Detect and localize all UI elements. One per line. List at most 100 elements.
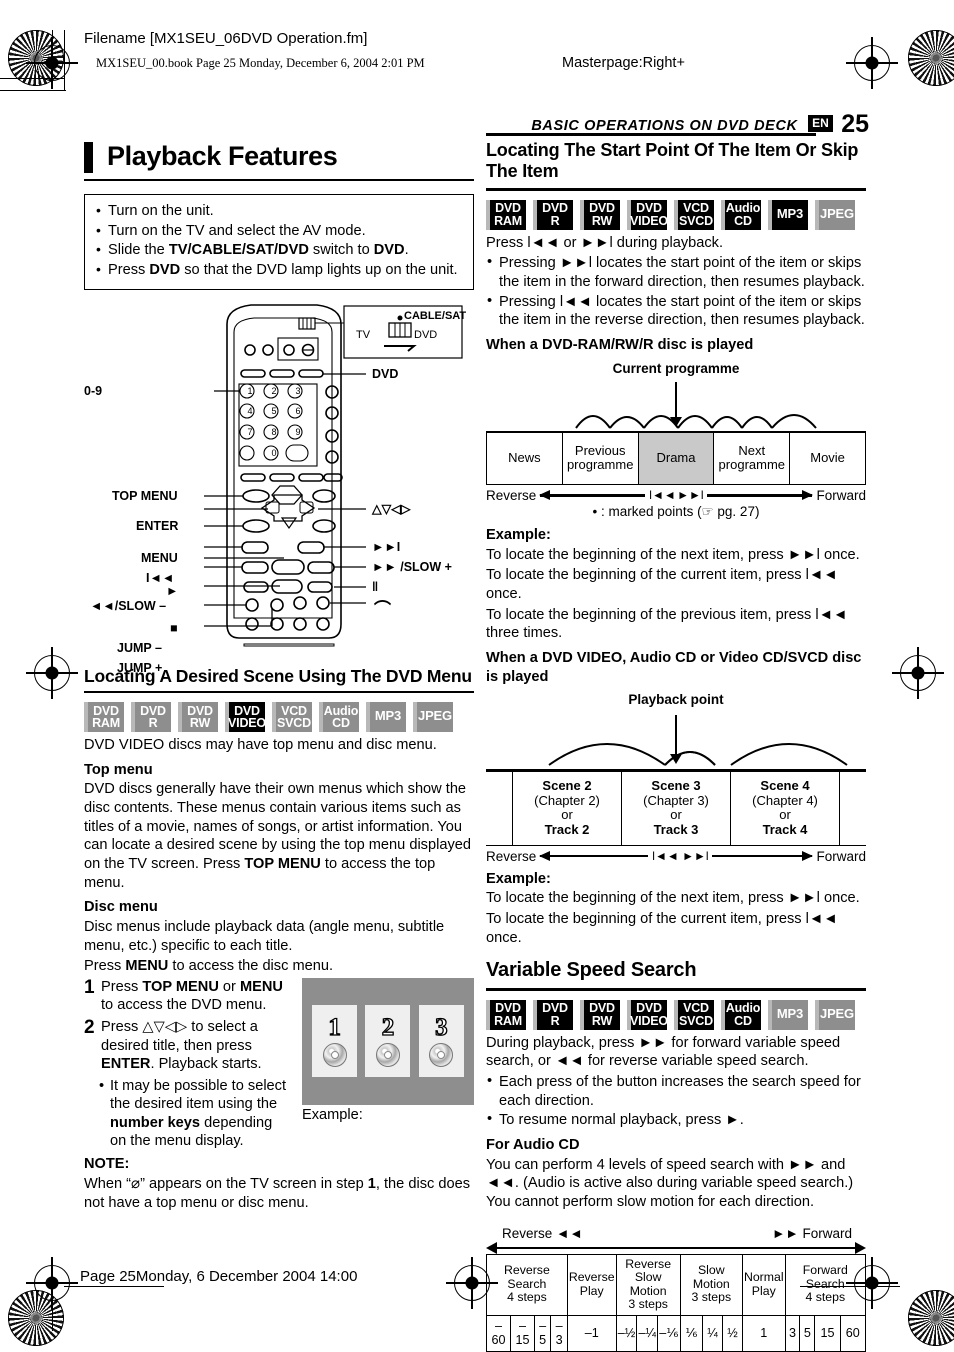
- diagram-caption-current-programme: Current programme: [612, 360, 740, 376]
- variable-speed-bullet: Each press of the button increases the s…: [486, 1072, 866, 1110]
- remote-label-jump-plus: JUMP +: [117, 660, 163, 675]
- remote-label-top-menu: TOP MENU: [112, 488, 178, 503]
- running-head-title: BASIC OPERATIONS ON DVD DECK: [531, 118, 798, 134]
- note-heading: NOTE:: [84, 1155, 130, 1172]
- badge-dvd-rw: DVD RW: [178, 701, 218, 732]
- speed-forward-label: ►► Forward: [772, 1225, 852, 1241]
- programme-cell: Previous programme: [562, 432, 639, 485]
- speed-value: 60: [839, 1314, 867, 1352]
- speed-value: 3: [784, 1314, 801, 1352]
- direction-row: Reverse Ɩ◄◄ ►►Ɩ Forward: [486, 488, 866, 503]
- prep-item: Slide the TV/CABLE/SAT/DVD switch to DVD…: [95, 240, 463, 261]
- header-masterpage: Masterpage:Right+: [562, 55, 685, 71]
- skip-arcs-svg: [575, 413, 817, 429]
- disc-menu-body: Disc menus include playback data (angle …: [84, 918, 445, 954]
- badge-audio-cd: Audio CD: [721, 999, 761, 1030]
- badge-dvd-ram: DVD RAM: [486, 999, 526, 1030]
- preparation-box: Turn on the unit. Turn on the TV and sel…: [84, 194, 474, 290]
- section-rule: [84, 690, 474, 693]
- scene-arcs-svg: [548, 743, 848, 767]
- svg-text:8: 8: [271, 427, 276, 437]
- speed-value: 15: [814, 1314, 841, 1352]
- badge-dvd-r: DVD R: [131, 701, 171, 732]
- example-2-heading: Example:: [486, 870, 551, 887]
- speed-value: ¼: [702, 1314, 724, 1352]
- disc-menu-heading: Disc menu: [84, 899, 158, 916]
- section-rule: [486, 988, 866, 991]
- section-rule: [486, 188, 866, 191]
- locating-bullets: Pressing ►►Ɩ locates the start point of …: [486, 253, 866, 330]
- step-2: 2 Press △▽◁▷ to select a desired title, …: [84, 1016, 289, 1074]
- scene-cell: Scene 3 (Chapter 3) or Track 3: [622, 771, 731, 846]
- speed-value: –60: [486, 1314, 511, 1352]
- speed-value: –3: [550, 1314, 568, 1352]
- top-menu-heading: Top menu: [84, 761, 153, 778]
- menu-tile: 3: [418, 1005, 464, 1078]
- badge-vcd-svcd: VCD SVCD: [674, 199, 714, 230]
- remote-label-play-icon: ►: [166, 583, 179, 598]
- speed-table-block: Reverse ◄◄ ►► Forward Reverse Search 4 st…: [486, 1226, 867, 1352]
- badge-audio-cd: Audio CD: [721, 199, 761, 230]
- speed-table: Reverse Search 4 steps Reverse Play Revers…: [486, 1253, 867, 1352]
- badge-mp3: MP3: [768, 199, 808, 230]
- skip-back-icon: Ɩ◄◄: [649, 488, 676, 503]
- speed-value: –1: [566, 1314, 617, 1352]
- programme-diagram: Current programme News Previous programm…: [486, 361, 866, 520]
- registration-star-top-right: [908, 30, 954, 86]
- disc-menu-body2: Press MENU to access the disc menu.: [84, 958, 334, 975]
- top-menu-body: DVD discs generally have their own menus…: [84, 781, 471, 891]
- programme-cell: Next programme: [714, 432, 791, 485]
- remote-control-illustration: 123 456 789 0 0-9 TOP MENU ENTER MENU Ɩ◄…: [84, 296, 474, 675]
- crop-mark-mid-left: [26, 647, 78, 699]
- remote-label-ff-slow-plus: ►► /SLOW +: [372, 559, 452, 574]
- speed-group-reverse-play: Reverse Play: [566, 1253, 617, 1316]
- speed-group-normal-play: Normal Play: [741, 1253, 786, 1316]
- remote-label-rew-slow-minus: ◄◄/SLOW –: [90, 598, 167, 613]
- reverse-label: Reverse: [486, 487, 537, 503]
- left-column: Playback Features Turn on the unit. Turn…: [84, 141, 474, 1215]
- badge-vcd-svcd: VCD SVCD: [674, 999, 714, 1030]
- speed-group-forward-search: Forward Search 4 steps: [784, 1253, 867, 1316]
- crop-line: [64, 30, 66, 90]
- speed-value: –¼: [636, 1314, 659, 1352]
- programme-cell: Movie: [790, 432, 866, 485]
- footer-text: Page 25Monday, 6 December 2004 14:00: [80, 1268, 358, 1285]
- section-title-locating-start-point: Locating The Start Point Of The Item Or …: [486, 140, 859, 181]
- tv-example: 1 2 3 Example:: [302, 977, 474, 1123]
- forward-label: Forward: [816, 487, 866, 503]
- case-dvd-ram-heading: When a DVD-RAM/RW/R disc is played: [486, 336, 754, 353]
- direction-row: Reverse Ɩ◄◄ ►►Ɩ Forward: [486, 849, 866, 864]
- scene-cell: Scene 4 (Chapter 4) or Track 4: [731, 771, 840, 846]
- tile-number: 1: [328, 1014, 342, 1042]
- case-dvd-video-heading: When a DVD VIDEO, Audio CD or Video CD/S…: [486, 650, 862, 685]
- tile-number: 2: [381, 1014, 395, 1042]
- badge-jpeg: JPEG: [815, 999, 855, 1030]
- dvd-menu-intro: DVD VIDEO discs may have top menu and di…: [84, 736, 437, 753]
- skip-forward-icon: ►►Ɩ: [682, 849, 709, 864]
- programme-cells: News Previous programme Drama Next program…: [486, 432, 866, 485]
- svg-text:6: 6: [295, 406, 300, 416]
- crop-line: [52, 1286, 54, 1331]
- remote-label-dvd: DVD: [372, 366, 399, 381]
- remote-label-jump-minus: JUMP –: [117, 640, 162, 655]
- remote-label-0-9: 0-9: [84, 383, 103, 398]
- crop-mark-mid-right: [892, 647, 944, 699]
- variable-speed-intro: During playback, press ►► for forward va…: [486, 1034, 841, 1070]
- speed-axis: [486, 1241, 866, 1254]
- crop-line: [52, 30, 54, 80]
- disc-icon: [375, 1043, 400, 1068]
- step-number: 2: [84, 1016, 95, 1038]
- step-text: Press △▽◁▷ to select a desired title, th…: [101, 1018, 262, 1073]
- speed-table-direction-row: Reverse ◄◄ ►► Forward: [486, 1226, 866, 1241]
- badge-dvd-video: DVD VIDEO: [627, 999, 668, 1030]
- disc-badge-row-dvd-menu: DVD RAM DVD R DVD RW DVD VIDEO VCD SVCD Audio…: [84, 701, 474, 732]
- example-1-line: To locate the beginning of the previous …: [486, 606, 848, 642]
- svg-text:3: 3: [295, 386, 300, 396]
- remote-label-menu: MENU: [141, 550, 178, 565]
- speed-group-reverse-slow: Reverse Slow Motion 3 steps: [615, 1253, 681, 1316]
- registration-star-bottom-right: [908, 1290, 954, 1346]
- forward-label: Forward: [816, 848, 866, 864]
- note-body: When “⌀” appears on the TV screen in ste…: [84, 1175, 470, 1212]
- crop-line: [0, 78, 64, 80]
- speed-reverse-label: Reverse ◄◄: [502, 1225, 583, 1241]
